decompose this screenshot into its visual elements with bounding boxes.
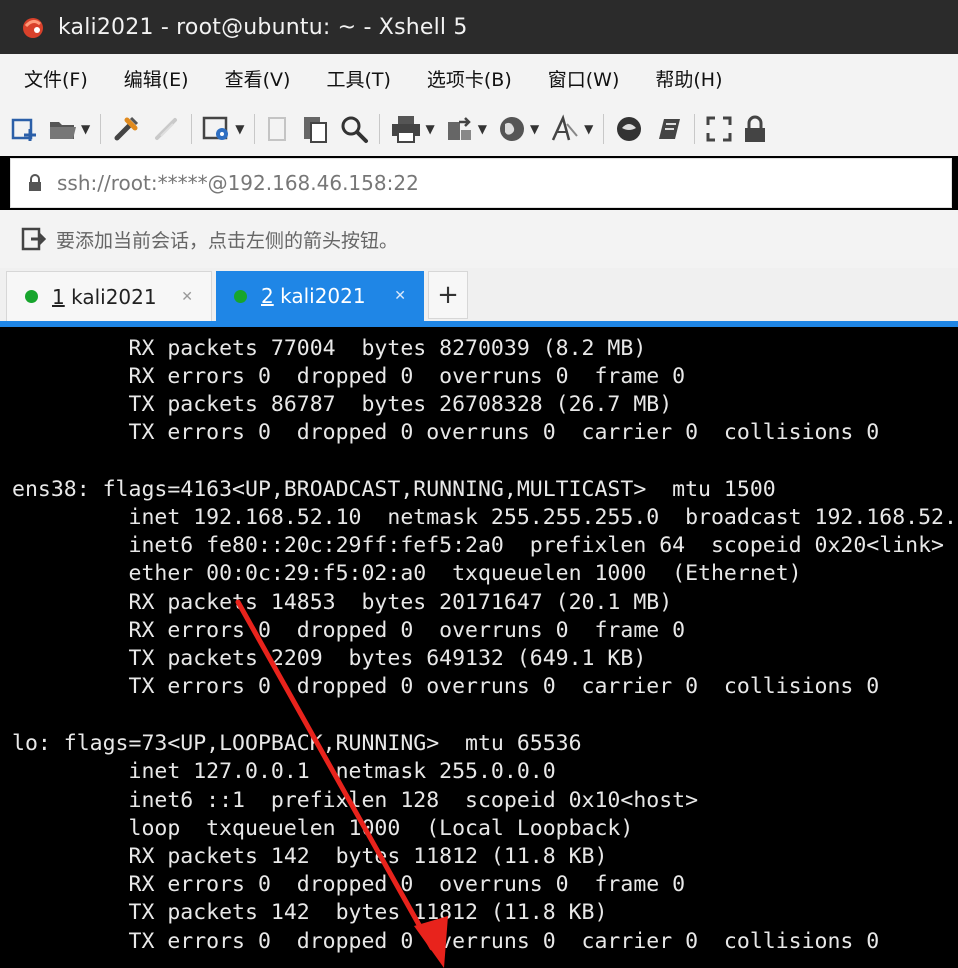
terminal-line: RX packets 14853 bytes 20171647 (20.1 MB… bbox=[12, 590, 673, 615]
toolbar: ▼ ▼ ▼ ▼ ▼ ▼ bbox=[0, 102, 958, 156]
paste-icon bbox=[304, 117, 328, 143]
add-session-arrow-icon[interactable] bbox=[20, 226, 46, 252]
terminal-line: ens38: flags=4163<UP,BROADCAST,RUNNING,M… bbox=[12, 477, 776, 502]
menu-file[interactable]: 文件(F) bbox=[10, 65, 102, 92]
terminal-line: RX packets 77004 bytes 8270039 (8.2 MB) bbox=[12, 336, 647, 361]
terminal-line: inet6 ::1 prefixlen 128 scopeid 0x10<hos… bbox=[12, 788, 699, 813]
toolbar-separator bbox=[100, 114, 102, 144]
find-button[interactable] bbox=[339, 111, 369, 147]
terminal-line: inet 127.0.0.1 netmask 255.0.0.0 bbox=[12, 759, 556, 784]
session-hint-text: 要添加当前会话，点击左侧的箭头按钮。 bbox=[56, 229, 399, 252]
print-button[interactable]: ▼ bbox=[390, 111, 435, 147]
session-address[interactable]: ssh://root:*****@192.168.46.158:22 bbox=[57, 171, 419, 195]
terminal-line: inet6 fe80::20c:29ff:fef5:2a0 prefixlen … bbox=[12, 533, 944, 558]
new-session-button[interactable] bbox=[10, 111, 38, 147]
open-folder-icon bbox=[50, 122, 76, 139]
properties-icon bbox=[202, 116, 229, 140]
connected-status-icon bbox=[25, 290, 38, 303]
fullscreen-icon bbox=[706, 116, 732, 142]
lock-icon bbox=[29, 174, 41, 191]
globe-button[interactable]: ▼ bbox=[497, 111, 539, 147]
terminal-line: RX errors 0 dropped 0 overruns 0 frame 0 bbox=[12, 872, 686, 897]
toolbar-separator bbox=[254, 114, 256, 144]
tab-label: 1 kali2021 bbox=[52, 285, 181, 309]
lock-icon bbox=[745, 115, 766, 142]
terminal-line: ether 00:0c:29:f5:02:a0 txqueuelen 1000 … bbox=[12, 561, 802, 586]
transfer-icon bbox=[447, 117, 471, 140]
menu-help[interactable]: 帮助(H) bbox=[641, 65, 736, 92]
terminal-line: TX packets 2209 bytes 649132 (649.1 KB) bbox=[12, 646, 647, 671]
tab-label: 2 kali2021 bbox=[261, 284, 394, 308]
terminal-line: TX errors 0 dropped 0 overruns 0 carrier… bbox=[12, 929, 880, 954]
session-hint-bar: 要添加当前会话，点击左侧的箭头按钮。 bbox=[0, 210, 958, 268]
terminal-line: RX errors 0 dropped 0 overruns 0 frame 0 bbox=[12, 364, 686, 389]
terminal-line: TX packets 86787 bytes 26708328 (26.7 MB… bbox=[12, 392, 673, 417]
disconnect-button[interactable] bbox=[151, 111, 181, 147]
copy-icon bbox=[268, 117, 287, 141]
address-bar[interactable]: ssh://root:*****@192.168.46.158:22 bbox=[10, 158, 952, 208]
fullscreen-button[interactable] bbox=[705, 111, 733, 147]
menu-window[interactable]: 窗口(W) bbox=[534, 65, 634, 92]
terminal-line: TX packets 142 bytes 11812 (11.8 KB) bbox=[12, 900, 608, 925]
menu-edit[interactable]: 编辑(E) bbox=[110, 65, 203, 92]
open-button[interactable]: ▼ bbox=[48, 111, 90, 147]
tab-number: 2 bbox=[261, 284, 274, 308]
transfer-dropdown-icon: ▼ bbox=[477, 122, 487, 136]
font-button[interactable]: ▼ bbox=[549, 111, 593, 147]
menu-view[interactable]: 查看(V) bbox=[211, 65, 305, 92]
tab-session-2[interactable]: 2 kali2021 ✕ bbox=[216, 271, 424, 321]
paste-button[interactable] bbox=[301, 111, 329, 147]
globe-icon bbox=[499, 117, 524, 141]
globe-dropdown-icon: ▼ bbox=[529, 122, 540, 136]
properties-dropdown-icon: ▼ bbox=[235, 122, 245, 136]
menu-bar: 文件(F) 编辑(E) 查看(V) 工具(T) 选项卡(B) 窗口(W) 帮助(… bbox=[0, 54, 958, 102]
window-title: kali2021 - root@ubuntu: ~ - Xshell 5 bbox=[58, 14, 468, 40]
toolbar-separator bbox=[603, 114, 605, 144]
terminal-line: lo: flags=73<UP,LOOPBACK,RUNNING> mtu 65… bbox=[12, 731, 582, 756]
connect-button[interactable] bbox=[111, 111, 141, 147]
properties-button[interactable]: ▼ bbox=[202, 111, 244, 147]
tab-strip: 1 kali2021 ✕ 2 kali2021 ✕ + bbox=[0, 268, 958, 321]
connect-icon bbox=[114, 116, 139, 141]
terminal-line: TX errors 0 dropped 0 overruns 0 carrier… bbox=[12, 420, 880, 445]
find-icon bbox=[341, 116, 369, 143]
toolbar-separator bbox=[694, 114, 696, 144]
title-bar: kali2021 - root@ubuntu: ~ - Xshell 5 bbox=[0, 0, 958, 54]
scripting-button[interactable] bbox=[654, 111, 684, 147]
terminal-line: inet 192.168.52.10 netmask 255.255.255.0… bbox=[12, 505, 958, 530]
terminal-line: RX errors 0 dropped 0 overruns 0 frame 0 bbox=[12, 618, 686, 643]
menu-tabs[interactable]: 选项卡(B) bbox=[413, 65, 526, 92]
open-dropdown-icon: ▼ bbox=[81, 122, 91, 136]
lock-button[interactable] bbox=[743, 111, 767, 147]
toolbar-separator bbox=[191, 114, 193, 144]
scripting-icon bbox=[659, 119, 681, 139]
tab-name: kali2021 bbox=[64, 284, 157, 309]
tab-number: 1 bbox=[52, 284, 65, 309]
tab-name: kali2021 bbox=[273, 284, 366, 308]
tab-session-1[interactable]: 1 kali2021 ✕ bbox=[6, 271, 212, 321]
print-icon bbox=[392, 116, 421, 143]
transfer-button[interactable]: ▼ bbox=[445, 111, 487, 147]
menu-tools[interactable]: 工具(T) bbox=[312, 65, 404, 92]
toolbar-separator bbox=[379, 114, 381, 144]
xshell-app-icon bbox=[23, 18, 43, 38]
terminal-line: TX errors 0 dropped 0 overruns 0 carrier… bbox=[12, 674, 880, 699]
tab-close-icon[interactable]: ✕ bbox=[181, 289, 193, 305]
terminal-line: RX packets 142 bytes 11812 (11.8 KB) bbox=[12, 844, 608, 869]
terminal-line: loop txqueuelen 1000 (Local Loopback) bbox=[12, 816, 634, 841]
copy-button[interactable] bbox=[265, 111, 291, 147]
new-session-icon bbox=[11, 118, 36, 141]
font-icon bbox=[552, 114, 578, 141]
xftp-button[interactable] bbox=[614, 111, 644, 147]
print-dropdown-icon: ▼ bbox=[425, 122, 435, 136]
tab-close-icon[interactable]: ✕ bbox=[394, 288, 406, 304]
connected-status-icon bbox=[234, 289, 247, 303]
terminal-output[interactable]: RX packets 77004 bytes 8270039 (8.2 MB) … bbox=[0, 327, 958, 968]
font-dropdown-icon: ▼ bbox=[584, 122, 594, 136]
new-tab-button[interactable]: + bbox=[428, 271, 468, 319]
xftp-icon bbox=[617, 117, 642, 141]
disconnect-icon bbox=[155, 118, 178, 140]
